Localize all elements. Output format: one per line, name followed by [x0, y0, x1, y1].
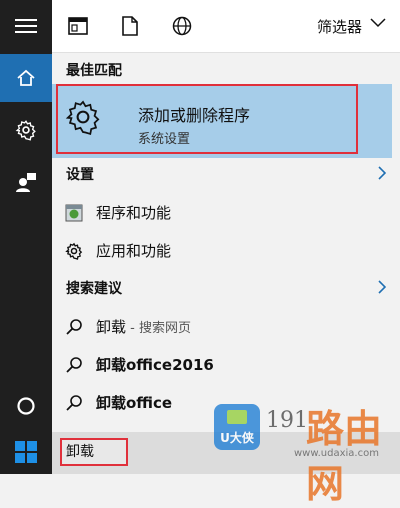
windows-logo-icon — [15, 441, 37, 463]
watermark-badge-text: U大侠 — [220, 431, 254, 445]
list-item-label: 卸载office — [96, 394, 173, 412]
suggestion-hint: - 搜索网页 — [126, 321, 191, 336]
home-icon — [17, 69, 35, 86]
section-settings: 设置 — [66, 167, 94, 183]
list-item-label: 程序和功能 — [96, 204, 172, 222]
section-best-match: 最佳匹配 — [66, 63, 122, 79]
watermark-url: www.udaxia.com — [294, 448, 379, 459]
list-item-apps-features[interactable]: 应用和功能 — [52, 234, 400, 268]
list-item-label: 卸载office2016 — [96, 356, 214, 374]
watermark: U大侠 191 路由网 www.udaxia.com — [176, 384, 400, 506]
app-window-icon — [68, 17, 88, 35]
gear-icon — [64, 241, 84, 261]
list-item-suggestion[interactable]: 卸载 - 搜索网页 — [52, 310, 400, 344]
suggestion-text: 卸载 — [96, 318, 127, 336]
gear-icon — [15, 120, 36, 141]
section-search-suggestions: 搜索建议 — [66, 281, 122, 297]
list-item-programs-features[interactable]: 程序和功能 — [52, 196, 400, 230]
feedback-button[interactable] — [0, 158, 52, 206]
list-item-suggestion[interactable]: 卸载office2016 — [52, 348, 400, 382]
hamburger-icon — [15, 19, 37, 33]
gear-icon — [65, 100, 100, 136]
cortana-circle-icon — [17, 397, 35, 415]
home-button[interactable] — [0, 54, 52, 102]
menu-button[interactable] — [0, 2, 52, 50]
chevron-right-icon[interactable] — [378, 280, 386, 294]
document-icon — [122, 16, 138, 36]
search-icon — [64, 355, 84, 375]
web-filter-button[interactable] — [170, 14, 194, 38]
filter-dropdown-label[interactable]: 筛选器 — [317, 16, 362, 37]
search-results-panel: 筛选器 最佳匹配 添加或删除程序 系统设置 设置 程序和功能 应用和功能 搜索建… — [52, 0, 400, 432]
list-item-label: 应用和功能 — [96, 242, 172, 260]
start-button[interactable] — [0, 428, 52, 476]
documents-filter-button[interactable] — [118, 14, 142, 38]
chevron-down-icon[interactable] — [370, 18, 386, 28]
watermark-badge: U大侠 — [214, 404, 260, 450]
cortana-button[interactable] — [0, 382, 52, 430]
left-rail — [0, 0, 52, 474]
watermark-number: 191 — [266, 408, 308, 433]
globe-icon — [172, 16, 192, 36]
filter-toolbar: 筛选器 — [52, 0, 400, 53]
programs-features-icon — [64, 203, 84, 223]
best-match-subtitle: 系统设置 — [138, 132, 191, 147]
search-icon — [64, 317, 84, 337]
settings-button[interactable] — [0, 106, 52, 154]
search-icon — [64, 393, 84, 413]
best-match-title: 添加或删除程序 — [138, 106, 251, 125]
chevron-right-icon[interactable] — [378, 166, 386, 180]
apps-filter-button[interactable] — [66, 14, 90, 38]
person-feedback-icon — [16, 173, 36, 192]
search-input[interactable]: 卸载 — [60, 438, 128, 466]
usb-icon — [227, 410, 247, 424]
list-item-label: 卸载 - 搜索网页 — [96, 316, 191, 337]
